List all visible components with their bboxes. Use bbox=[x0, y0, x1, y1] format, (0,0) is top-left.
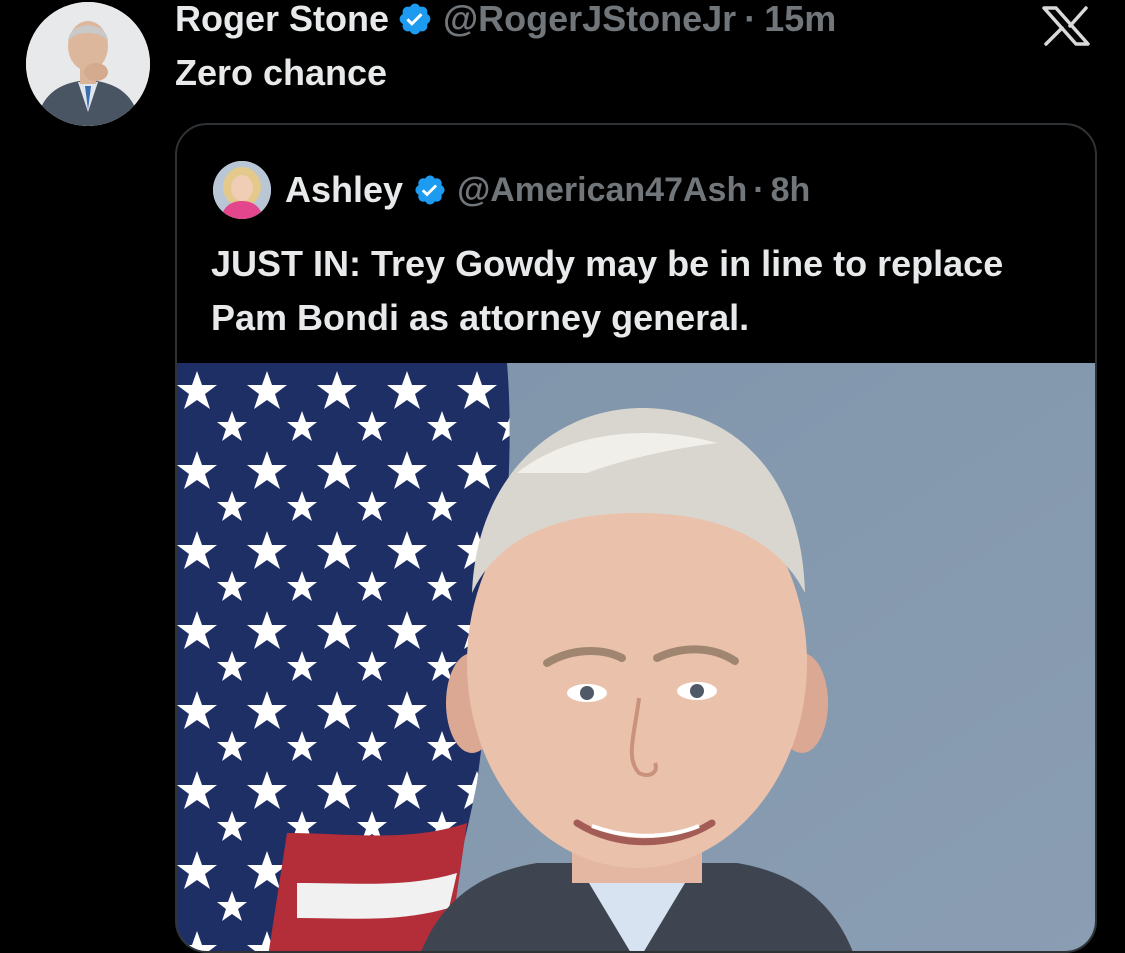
author-handle[interactable]: @RogerJStoneJr bbox=[443, 0, 736, 40]
quoted-author-display-name[interactable]: Ashley bbox=[285, 169, 403, 211]
quoted-tweet-timestamp[interactable]: 8h bbox=[771, 171, 811, 210]
quoted-author-handle[interactable]: @American47Ash bbox=[457, 171, 747, 210]
quoted-header-separator: · bbox=[753, 170, 765, 209]
author-avatar-image bbox=[26, 2, 150, 126]
tweet-text: Zero chance bbox=[175, 52, 388, 93]
quoted-tweet-photo[interactable] bbox=[177, 363, 1095, 951]
quoted-author-avatar-image bbox=[213, 161, 271, 219]
x-logo-icon bbox=[1040, 6, 1092, 46]
quoted-tweet-text: JUST IN: Trey Gowdy may be in line to re… bbox=[211, 243, 1004, 338]
quoted-author-avatar[interactable] bbox=[213, 161, 271, 219]
header-separator: · bbox=[744, 0, 757, 39]
quoted-tweet-header: Ashley @American47Ash · 8h bbox=[213, 161, 810, 219]
tweet-header: Roger Stone @RogerJStoneJr · 15m bbox=[175, 0, 836, 40]
tweet-timestamp[interactable]: 15m bbox=[764, 0, 836, 40]
author-avatar[interactable] bbox=[26, 2, 150, 126]
verified-badge-icon bbox=[397, 1, 433, 37]
quoted-tweet-card[interactable]: Ashley @American47Ash · 8h JUST IN: Trey… bbox=[175, 123, 1097, 953]
verified-badge-icon bbox=[413, 173, 447, 207]
portrait-photo-image bbox=[177, 363, 1095, 951]
author-display-name[interactable]: Roger Stone bbox=[175, 0, 389, 40]
